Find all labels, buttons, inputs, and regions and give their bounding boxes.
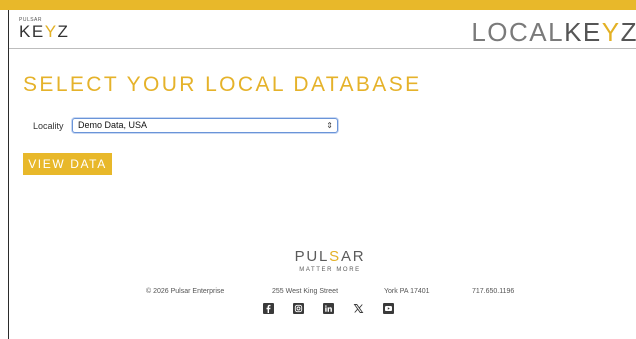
- site-header: PULSAR KEYZ LOCALKEYZ: [9, 10, 636, 49]
- pulsar-brand-text: PULSAR: [294, 248, 366, 265]
- linkedin-icon[interactable]: [323, 303, 334, 314]
- left-window-border: [8, 10, 9, 339]
- x-icon[interactable]: [353, 303, 364, 314]
- locality-select-value: Demo Data, USA: [78, 120, 148, 130]
- youtube-icon[interactable]: [383, 303, 394, 314]
- view-data-button[interactable]: VIEW DATA: [23, 153, 112, 175]
- copyright-text: © 2026 Pulsar Enterprise: [146, 288, 225, 295]
- select-updown-icon: ⇕: [326, 121, 333, 130]
- logo-local-text: LOCAL: [471, 17, 565, 47]
- logo-keyz-text: KEYZ: [19, 22, 70, 41]
- facebook-icon[interactable]: [263, 303, 274, 314]
- locality-select[interactable]: Demo Data, USA ⇕: [72, 118, 338, 133]
- localkeyz-logo[interactable]: LOCALKEYZ: [471, 18, 636, 46]
- keyz-logo[interactable]: PULSAR KEYZ: [19, 17, 69, 41]
- address-city: York PA 17401: [384, 288, 430, 295]
- phone-number[interactable]: 717.650.1196: [472, 288, 514, 295]
- pulsar-footer-logo[interactable]: PULSAR MATTER MORE: [292, 249, 368, 273]
- top-accent-bar: [0, 0, 636, 10]
- page-title: SELECT YOUR LOCAL DATABASE: [23, 73, 422, 96]
- address-street: 255 West King Street: [272, 288, 339, 295]
- instagram-icon[interactable]: [293, 303, 304, 314]
- locality-label: Locality: [33, 121, 64, 131]
- pulsar-tagline: MATTER MORE: [299, 267, 361, 273]
